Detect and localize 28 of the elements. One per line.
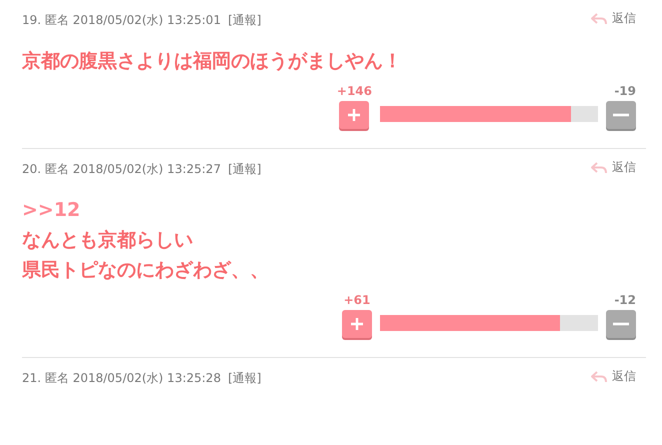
reply-link[interactable]: 返信	[590, 368, 636, 385]
plus-count: +146	[336, 84, 372, 98]
comment-meta: 20. 匿名 2018/05/02(水) 13:25:27	[22, 161, 221, 178]
comment-text: 県民トピなのにわざわざ、、	[22, 258, 270, 283]
plus-icon	[347, 108, 362, 122]
plus-count: +61	[344, 293, 370, 307]
reply-icon	[590, 370, 608, 384]
comment-text: 京都の腹黒さよりは福岡のほうがましやん！	[22, 49, 403, 74]
comment-meta: 19. 匿名 2018/05/02(水) 13:25:01	[22, 12, 221, 29]
minus-count: -12	[614, 293, 636, 307]
reply-icon	[590, 12, 608, 26]
minus-button[interactable]	[606, 310, 636, 338]
minus-count: -19	[614, 84, 636, 98]
minus-button[interactable]	[606, 101, 636, 129]
reply-link[interactable]: 返信	[590, 10, 636, 27]
anchor-link[interactable]: >>12	[22, 195, 646, 225]
minus-icon	[613, 113, 629, 117]
reply-icon	[590, 160, 608, 174]
comment-meta: 21. 匿名 2018/05/02(水) 13:25:28	[22, 370, 221, 387]
plus-button[interactable]	[339, 101, 370, 129]
report-link[interactable]: [通報]	[228, 12, 262, 29]
plus-button[interactable]	[342, 310, 372, 338]
minus-icon	[613, 322, 629, 326]
plus-icon	[350, 317, 364, 331]
report-link[interactable]: [通報]	[228, 370, 262, 387]
report-link[interactable]: [通報]	[228, 161, 262, 178]
comment-text: なんとも京都らしい	[22, 228, 194, 253]
reply-link[interactable]: 返信	[590, 159, 636, 176]
